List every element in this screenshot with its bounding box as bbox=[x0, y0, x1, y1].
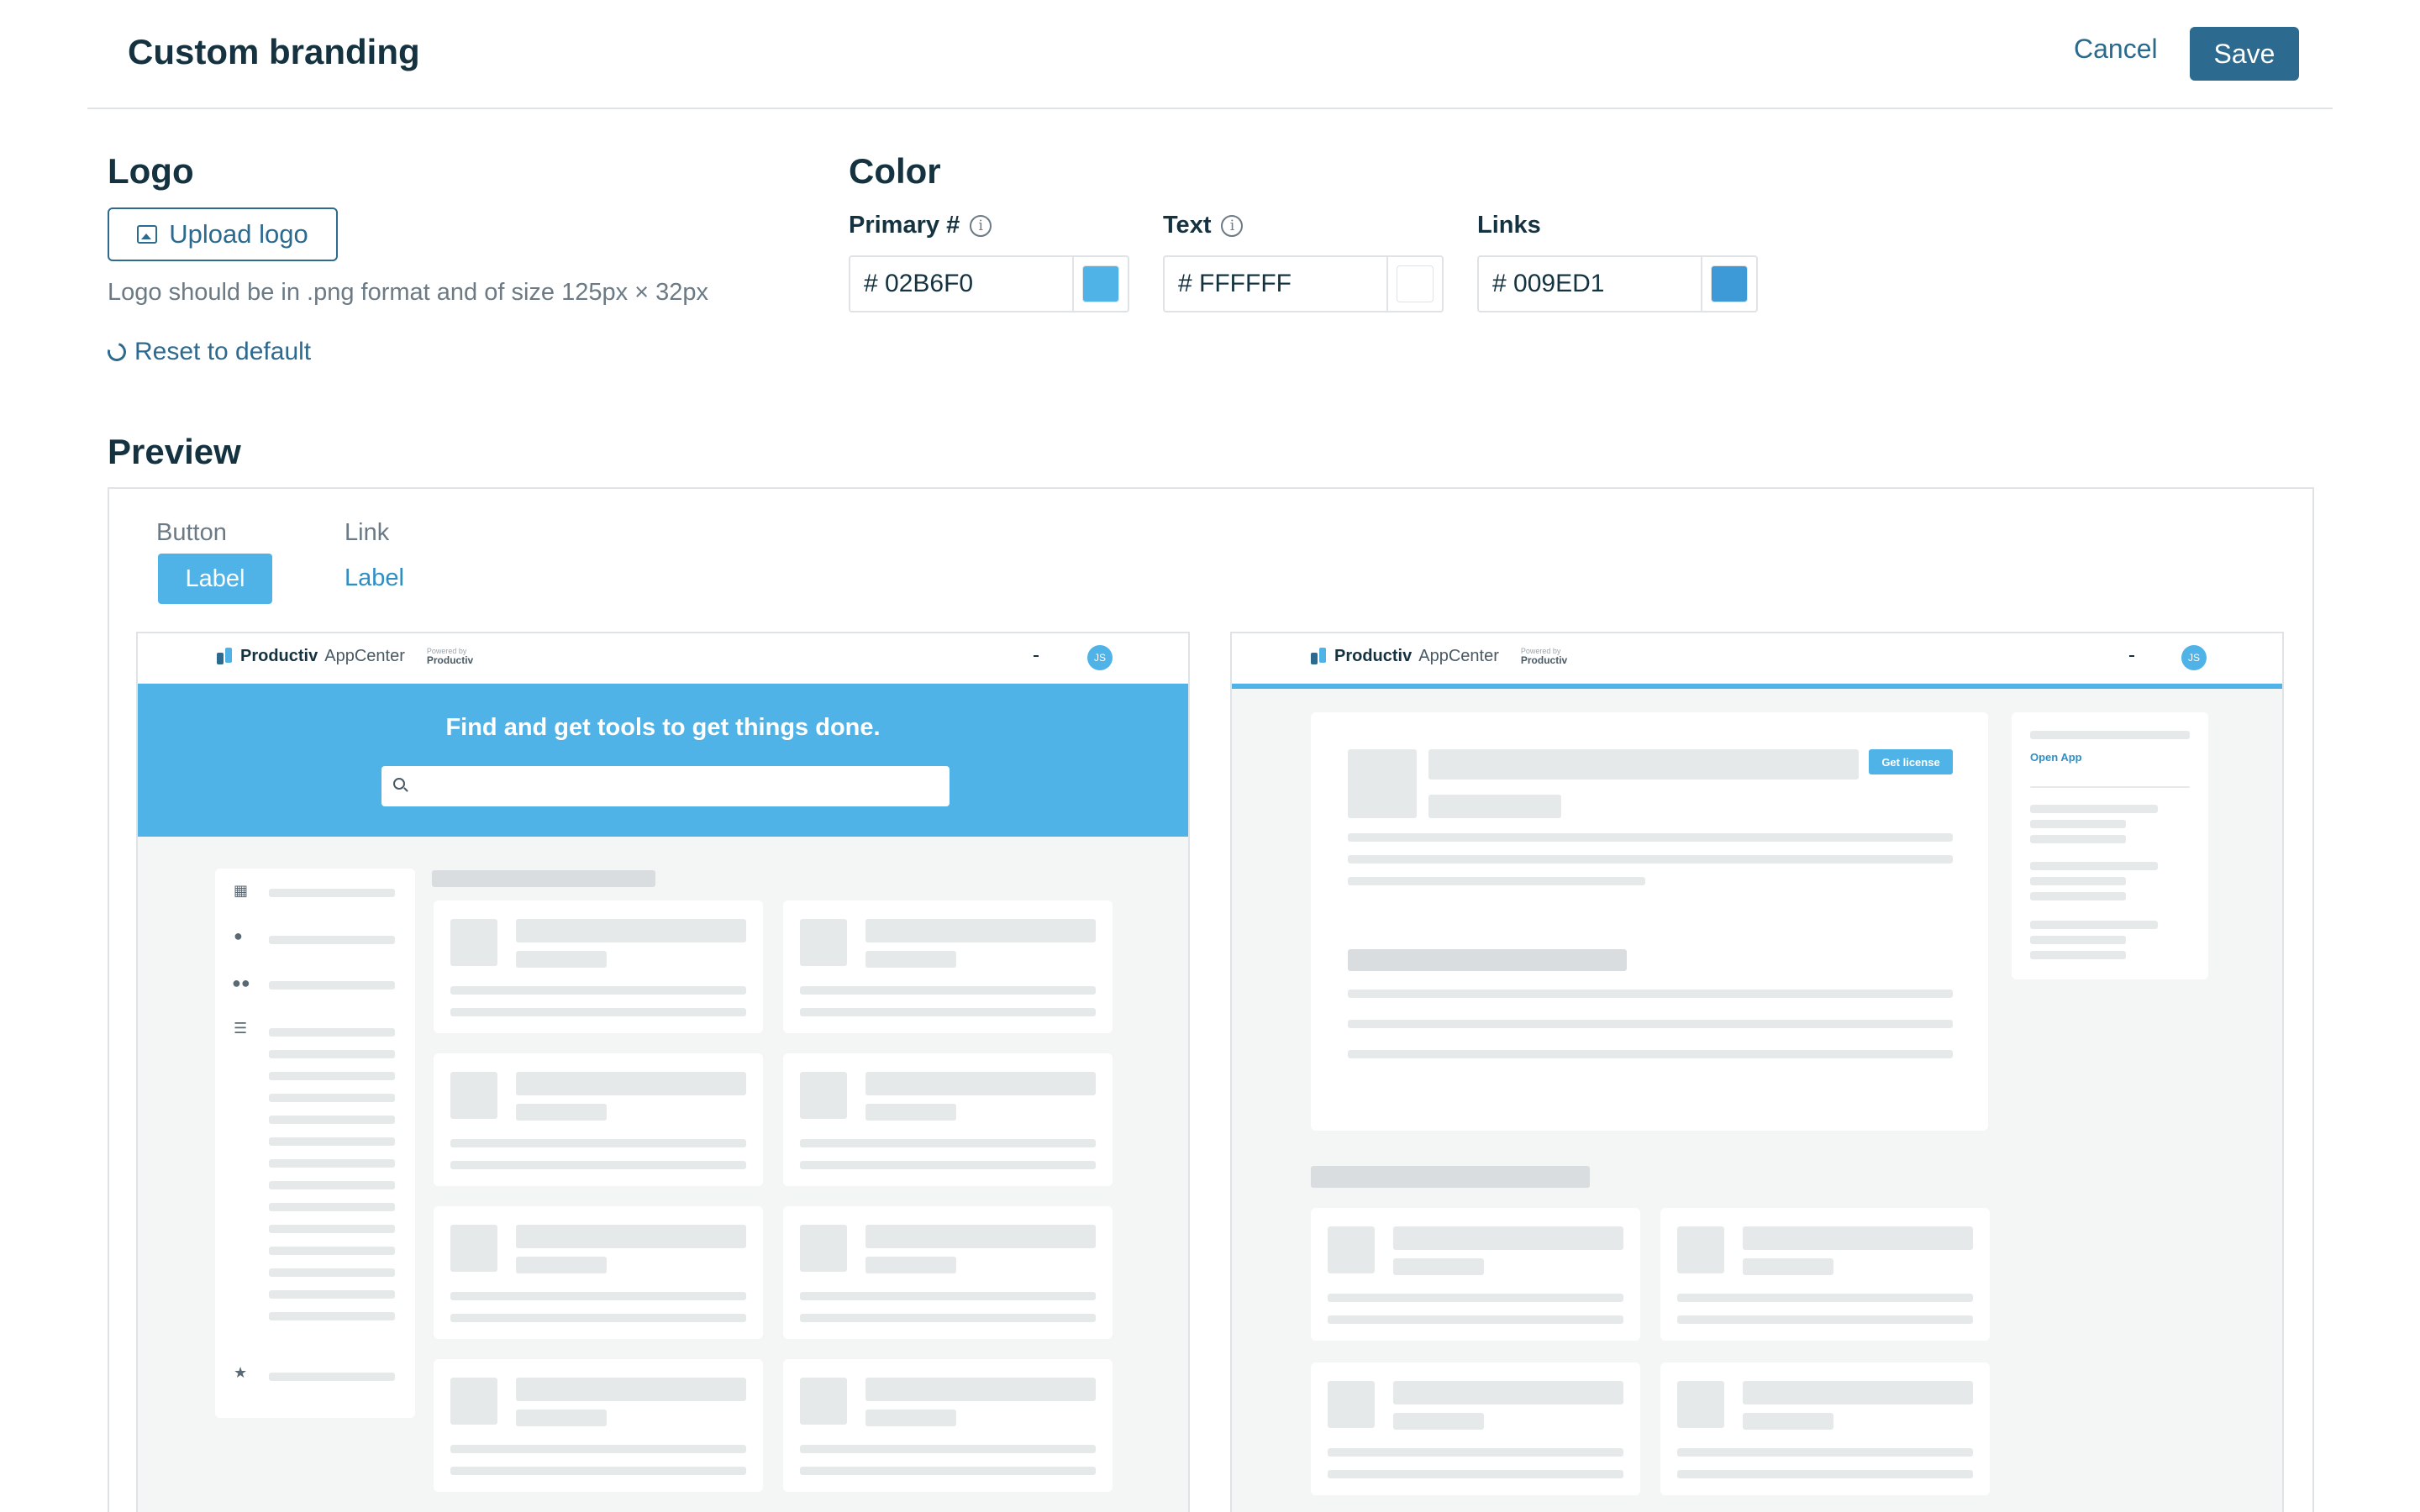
links-color-swatch bbox=[1711, 265, 1748, 302]
text-color-swatch bbox=[1397, 265, 1434, 302]
reset-icon bbox=[103, 339, 130, 365]
star-icon: ★ bbox=[234, 1364, 248, 1381]
app-side-card: Open App bbox=[2012, 712, 2208, 979]
cancel-button[interactable]: Cancel bbox=[2074, 34, 2158, 65]
hero-search-input bbox=[381, 766, 950, 806]
app-card bbox=[434, 1053, 763, 1186]
mock-sidebar: ▦ ● ●● ☰ ★ bbox=[215, 869, 415, 1418]
primary-color-label-text: Primary # bbox=[849, 212, 960, 239]
info-icon[interactable]: i bbox=[970, 214, 992, 237]
search-icon bbox=[393, 778, 405, 790]
primary-color-picker[interactable] bbox=[1072, 257, 1128, 311]
preview-heading: Preview bbox=[108, 432, 241, 471]
person-icon: ● bbox=[234, 927, 243, 944]
group-icon: ●● bbox=[232, 974, 250, 991]
productiv-logo-icon bbox=[1311, 647, 1328, 666]
text-color-field bbox=[1163, 255, 1444, 312]
open-app-link: Open App bbox=[2030, 751, 2082, 764]
color-heading: Color bbox=[849, 151, 941, 191]
mock-hero: Find and get tools to get things done. bbox=[138, 684, 1188, 837]
brand-name: Productiv bbox=[240, 647, 318, 665]
save-button[interactable]: Save bbox=[2190, 27, 2299, 81]
links-color-input[interactable] bbox=[1479, 257, 1701, 311]
primary-color-label: Primary # i bbox=[849, 212, 992, 239]
app-card bbox=[1311, 1208, 1640, 1341]
mock-brand: Productiv AppCenter Powered by Productiv bbox=[1311, 647, 1567, 666]
text-color-label-text: Text bbox=[1163, 212, 1212, 239]
primary-color-input[interactable] bbox=[850, 257, 1072, 311]
productiv-logo-icon bbox=[217, 647, 234, 666]
app-card bbox=[783, 1053, 1113, 1186]
page-title: Custom branding bbox=[128, 32, 420, 71]
preview-home-mockup: Productiv AppCenter Powered by Productiv… bbox=[136, 632, 1190, 1512]
app-card bbox=[1660, 1208, 1990, 1341]
grid-icon: ▦ bbox=[234, 882, 249, 899]
preview-button-caption: Button bbox=[156, 519, 227, 546]
avatar: JS bbox=[2181, 645, 2207, 670]
text-color-picker[interactable] bbox=[1386, 257, 1442, 311]
logo-heading: Logo bbox=[108, 151, 194, 191]
brand-name: Productiv bbox=[1334, 647, 1413, 665]
preview-sample-button[interactable]: Label bbox=[158, 554, 272, 604]
app-card bbox=[783, 900, 1113, 1033]
mock-brand: Productiv AppCenter Powered by Productiv bbox=[217, 647, 473, 666]
links-color-field bbox=[1477, 255, 1758, 312]
links-color-label-text: Links bbox=[1477, 212, 1541, 239]
text-color-input[interactable] bbox=[1165, 257, 1386, 311]
powered-by: Powered by Productiv bbox=[1520, 648, 1568, 666]
hero-title: Find and get tools to get things done. bbox=[445, 714, 881, 741]
mock-topbar: Productiv AppCenter Powered by Productiv… bbox=[1232, 633, 2282, 684]
app-detail-card: Get license bbox=[1311, 712, 1988, 1131]
app-card bbox=[434, 1206, 763, 1339]
preview-detail-mockup: Productiv AppCenter Powered by Productiv… bbox=[1230, 632, 2284, 1512]
logo-help-text: Logo should be in .png format and of siz… bbox=[108, 279, 709, 306]
page-header: Custom branding Cancel Save bbox=[87, 0, 2333, 109]
primary-color-strip bbox=[1232, 684, 2282, 689]
links-color-label: Links bbox=[1477, 212, 1541, 239]
preview-sample-link[interactable]: Label bbox=[345, 564, 404, 592]
list-icon: ☰ bbox=[234, 1020, 248, 1037]
avatar: JS bbox=[1087, 645, 1113, 670]
app-card bbox=[783, 1359, 1113, 1492]
primary-color-field bbox=[849, 255, 1129, 312]
image-icon bbox=[137, 225, 158, 244]
upload-logo-button[interactable]: Upload logo bbox=[108, 207, 338, 261]
mock-menu-dash bbox=[1034, 655, 1039, 657]
app-card bbox=[434, 900, 763, 1033]
powered-by-brand: Productiv bbox=[426, 654, 474, 666]
preview-link-caption: Link bbox=[345, 519, 390, 546]
app-card bbox=[1660, 1362, 1990, 1495]
powered-by: Powered by Productiv bbox=[426, 648, 474, 666]
app-card bbox=[783, 1206, 1113, 1339]
mock-topbar: Productiv AppCenter Powered by Productiv… bbox=[138, 633, 1188, 684]
get-license-button: Get license bbox=[1869, 749, 1953, 774]
powered-by-brand: Productiv bbox=[1520, 654, 1568, 666]
info-icon[interactable]: i bbox=[1221, 214, 1244, 237]
brand-sub: AppCenter bbox=[1418, 647, 1499, 665]
links-color-picker[interactable] bbox=[1701, 257, 1756, 311]
upload-logo-label: Upload logo bbox=[169, 219, 308, 249]
brand-sub: AppCenter bbox=[324, 647, 405, 665]
primary-color-swatch bbox=[1082, 265, 1119, 302]
text-color-label: Text i bbox=[1163, 212, 1244, 239]
mock-menu-dash bbox=[2129, 655, 2134, 657]
reset-label: Reset to default bbox=[134, 338, 312, 365]
app-card bbox=[434, 1359, 763, 1492]
reset-to-default-link[interactable]: Reset to default bbox=[103, 338, 312, 366]
app-card bbox=[1311, 1362, 1640, 1495]
